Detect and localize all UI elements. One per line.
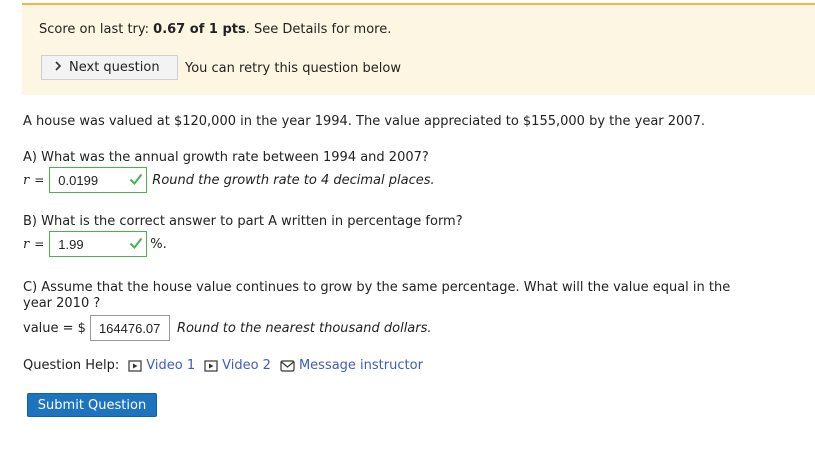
problem-statement: A house was valued at $120,000 in the ye… — [23, 114, 705, 129]
score-banner: Score on last try: 0.67 of 1 pts. See De… — [22, 3, 815, 95]
score-value: 0.67 of 1 pts — [153, 22, 246, 37]
score-suffix: . See Details for more. — [245, 22, 392, 37]
chevron-right-icon — [54, 60, 62, 75]
part-a-hint: Round the growth rate to 4 decimal place… — [152, 172, 435, 188]
part-b-answer-value: 1.99 — [58, 236, 84, 252]
part-a-variable: r — [23, 172, 30, 188]
submit-question-button[interactable]: Submit Question — [27, 393, 157, 417]
message-instructor-link[interactable]: Message instructor — [280, 358, 423, 373]
video-icon — [204, 359, 218, 372]
question-help: Question Help: Video 1 Video 2 Message i… — [23, 358, 423, 373]
video-1-link[interactable]: Video 1 — [128, 358, 195, 373]
part-b-unit: %. — [150, 236, 167, 252]
mail-icon — [280, 359, 295, 372]
part-a-question: A) What was the annual growth rate betwe… — [23, 150, 429, 165]
part-a-answer-value: 0.0199 — [58, 172, 99, 188]
part-b-variable: r — [23, 236, 30, 252]
part-a-answer-input[interactable]: 0.0199 — [49, 167, 148, 193]
part-b-question: B) What is the correct answer to part A … — [23, 214, 463, 229]
part-a-equals: = — [34, 173, 45, 187]
check-icon — [130, 237, 143, 250]
message-instructor-label: Message instructor — [298, 358, 423, 373]
video-icon — [128, 359, 142, 372]
part-c-answer-row: value = $ 164476.07 Round to the nearest… — [23, 315, 432, 341]
part-b-answer-input[interactable]: 1.99 — [49, 231, 148, 257]
part-c-answer-value: 164476.07 — [98, 320, 161, 336]
video-2-label: Video 2 — [222, 358, 271, 373]
part-c-label: value = $ — [23, 320, 86, 336]
score-prefix: Score on last try: — [39, 22, 154, 37]
check-icon — [130, 173, 143, 186]
question-help-label: Question Help: — [23, 358, 120, 373]
part-a-answer-row: r = 0.0199 Round the growth rate to 4 de… — [23, 167, 435, 193]
part-c-question-line1: C) Assume that the house value continues… — [23, 280, 731, 295]
video-1-label: Video 1 — [146, 358, 196, 373]
retry-text: You can retry this question below — [185, 61, 401, 76]
video-2-link[interactable]: Video 2 — [204, 358, 271, 373]
part-b-equals: = — [34, 237, 45, 251]
part-c-hint: Round to the nearest thousand dollars. — [176, 320, 432, 336]
score-text: Score on last try: 0.67 of 1 pts. See De… — [39, 22, 391, 37]
part-b-answer-row: r = 1.99 %. — [23, 231, 167, 257]
next-question-button[interactable]: Next question — [41, 55, 178, 80]
part-c-answer-input[interactable]: 164476.07 — [89, 315, 170, 341]
part-c-question-line2: year 2010 ? — [23, 296, 101, 311]
next-question-label: Next question — [69, 60, 160, 75]
